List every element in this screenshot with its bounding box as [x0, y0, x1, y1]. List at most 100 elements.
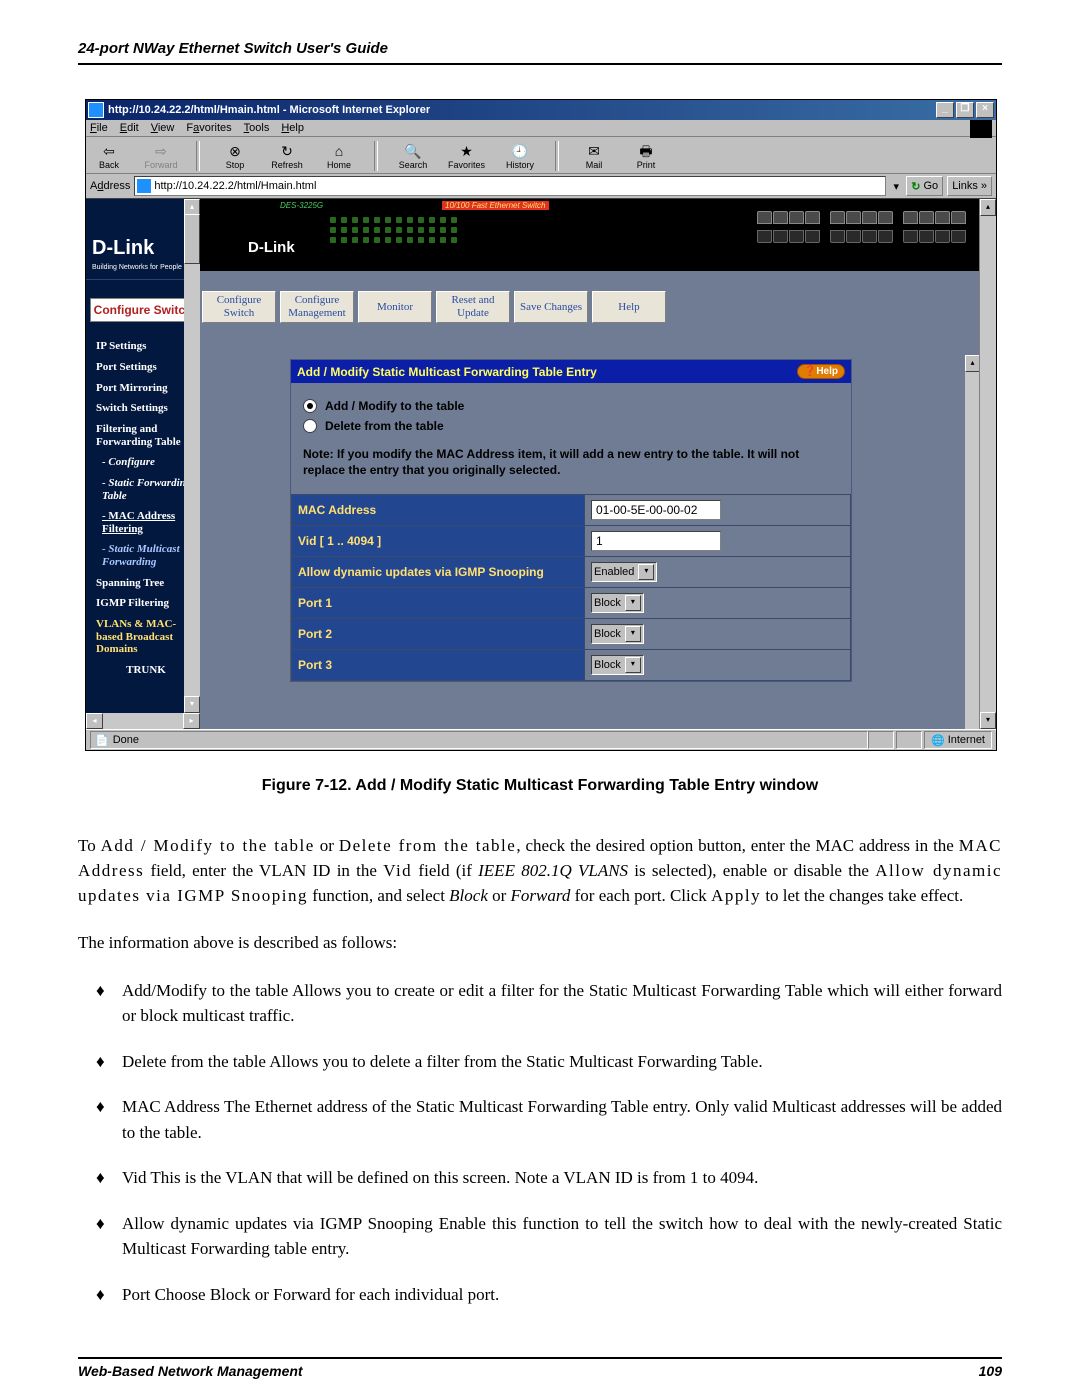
mac-input[interactable]: 01-00-5E-00-00-02: [591, 500, 721, 520]
menu-edit[interactable]: Edit: [120, 122, 139, 134]
paragraph-2: The information above is described as fo…: [78, 930, 1002, 955]
go-button[interactable]: ↻Go: [906, 176, 943, 196]
radio-delete[interactable]: Delete from the table: [303, 419, 839, 433]
scroll-up-icon[interactable]: ▴: [980, 199, 996, 216]
address-bar: Address http://10.24.22.2/html/Hmain.htm…: [86, 174, 996, 199]
print-icon: 🖶: [636, 142, 656, 160]
sidebar-hscrollbar[interactable]: ◂ ▸: [86, 713, 200, 729]
stop-button[interactable]: ⊗Stop: [218, 142, 252, 170]
bullet-delete: Delete from the table Allows you to dele…: [78, 1049, 1002, 1075]
radio-on-icon: [303, 399, 317, 413]
port3-label: Port 3: [292, 650, 585, 681]
menu-tools[interactable]: Tools: [244, 122, 270, 134]
page-icon: [137, 179, 151, 193]
port2-select[interactable]: Block▾: [591, 624, 644, 644]
chevron-down-icon: ▾: [625, 626, 641, 642]
home-icon: ⌂: [329, 142, 349, 160]
menu-favorites[interactable]: Favorites: [186, 122, 231, 134]
minimize-button[interactable]: _: [936, 102, 954, 118]
forward-button[interactable]: ⇨Forward: [144, 142, 178, 170]
favorites-button[interactable]: ★Favorites: [448, 142, 485, 170]
help-badge[interactable]: ❓Help: [797, 364, 845, 379]
main-scrollbar[interactable]: ▴ ▾: [979, 199, 996, 729]
address-label: Address: [90, 180, 130, 192]
done-icon: 📄: [95, 734, 109, 747]
sidebar-item-trunk[interactable]: TRUNK: [94, 662, 196, 683]
sidebar-item-static-fwd-table[interactable]: - Static Forwarding Table: [94, 475, 196, 508]
igmp-select[interactable]: Enabled▾: [591, 562, 657, 582]
device-panel: DES-3225G D-Link 10/100 Fast Ethernet Sw…: [200, 199, 980, 271]
menu-bar: File Edit View Favorites Tools Help: [86, 120, 996, 137]
port1-select[interactable]: Block▾: [591, 593, 644, 613]
maximize-button[interactable]: ❐: [956, 102, 974, 118]
refresh-button[interactable]: ↻Refresh: [270, 142, 304, 170]
print-button[interactable]: 🖶Print: [629, 142, 663, 170]
scroll-up-icon[interactable]: ▴: [965, 355, 980, 372]
screenshot-figure: http://10.24.22.2/html/Hmain.html - Micr…: [85, 99, 995, 751]
bullet-port: Port Choose Block or Forward for each in…: [78, 1282, 1002, 1308]
scroll-right-icon[interactable]: ▸: [183, 713, 200, 729]
form-panel: Add / Modify Static Multicast Forwarding…: [290, 359, 852, 682]
sidebar-scrollbar[interactable]: ▴ ▾: [184, 199, 200, 713]
sidebar-item-port-mirroring[interactable]: Port Mirroring: [94, 380, 196, 401]
sidebar-item-port-settings[interactable]: Port Settings: [94, 359, 196, 380]
tab-configure-switch[interactable]: Configure Switch: [202, 291, 276, 323]
tab-reset-update[interactable]: Reset and Update: [436, 291, 510, 323]
tab-configure-management[interactable]: Configure Management: [280, 291, 354, 323]
device-brand: D-Link: [248, 239, 295, 256]
bullet-add-modify: Add/Modify to the table Allows you to cr…: [78, 978, 1002, 1029]
igmp-label: Allow dynamic updates via IGMP Snooping: [292, 557, 585, 588]
sidebar: D-Link Building Networks for People Conf…: [86, 199, 200, 729]
sidebar-item-vlans[interactable]: VLANs & MAC-based Broadcast Domains: [94, 616, 196, 662]
back-button[interactable]: ⇦Back: [92, 142, 126, 170]
menu-help[interactable]: Help: [281, 122, 304, 134]
sidebar-item-filtering-forwarding[interactable]: Filtering and Forwarding Table: [94, 421, 196, 454]
tab-monitor[interactable]: Monitor: [358, 291, 432, 323]
scroll-thumb[interactable]: [184, 214, 200, 264]
vid-input[interactable]: 1: [591, 531, 721, 551]
home-button[interactable]: ⌂Home: [322, 142, 356, 170]
menu-view[interactable]: View: [151, 122, 175, 134]
port2-label: Port 2: [292, 619, 585, 650]
search-button[interactable]: 🔍Search: [396, 142, 430, 170]
sidebar-item-spanning-tree[interactable]: Spanning Tree: [94, 575, 196, 596]
port-panel: [757, 211, 972, 243]
tab-help[interactable]: Help: [592, 291, 666, 323]
figure-caption: Figure 7-12. Add / Modify Static Multica…: [78, 777, 1002, 795]
led-panel: [330, 217, 457, 243]
chevron-down-icon: ▾: [625, 657, 641, 673]
close-button[interactable]: ×: [976, 102, 994, 118]
bullet-vid: Vid This is the VLAN that will be define…: [78, 1165, 1002, 1191]
brand-tagline: Building Networks for People: [86, 264, 200, 280]
port1-label: Port 1: [292, 588, 585, 619]
links-button[interactable]: Links »: [947, 176, 992, 196]
chevron-down-icon: ▾: [638, 564, 654, 580]
tab-save-changes[interactable]: Save Changes: [514, 291, 588, 323]
port3-select[interactable]: Block▾: [591, 655, 644, 675]
sidebar-main-box[interactable]: Configure Switch: [90, 298, 196, 322]
forward-icon: ⇨: [151, 142, 171, 160]
device-model: DES-3225G: [280, 201, 323, 210]
mail-button[interactable]: ✉Mail: [577, 142, 611, 170]
page-content: D-Link Building Networks for People Conf…: [86, 199, 996, 729]
sidebar-item-static-multicast[interactable]: - Static Multicast Forwarding: [94, 541, 196, 574]
form-title: Add / Modify Static Multicast Forwarding…: [297, 365, 597, 379]
address-input[interactable]: http://10.24.22.2/html/Hmain.html: [134, 176, 886, 196]
menu-file[interactable]: File: [90, 122, 108, 134]
footer-left: Web-Based Network Management: [78, 1363, 303, 1379]
chevron-down-icon: ▾: [625, 595, 641, 611]
content-scrollbar[interactable]: ▴: [965, 355, 980, 729]
scroll-down-icon[interactable]: ▾: [184, 696, 200, 713]
sidebar-item-ip-settings[interactable]: IP Settings: [94, 338, 196, 359]
search-icon: 🔍: [403, 142, 423, 160]
status-text: Done: [113, 734, 139, 746]
sidebar-item-switch-settings[interactable]: Switch Settings: [94, 400, 196, 421]
radio-add-modify[interactable]: Add / Modify to the table: [303, 399, 839, 413]
scroll-down-icon[interactable]: ▾: [980, 712, 996, 729]
sidebar-item-mac-filtering[interactable]: - MAC Address Filtering: [94, 508, 196, 541]
sidebar-item-igmp-filtering[interactable]: IGMP Filtering: [94, 595, 196, 616]
history-button[interactable]: 🕘History: [503, 142, 537, 170]
scroll-left-icon[interactable]: ◂: [86, 713, 103, 729]
browser-window: http://10.24.22.2/html/Hmain.html - Micr…: [85, 99, 997, 751]
sidebar-item-configure[interactable]: - Configure: [94, 454, 196, 475]
